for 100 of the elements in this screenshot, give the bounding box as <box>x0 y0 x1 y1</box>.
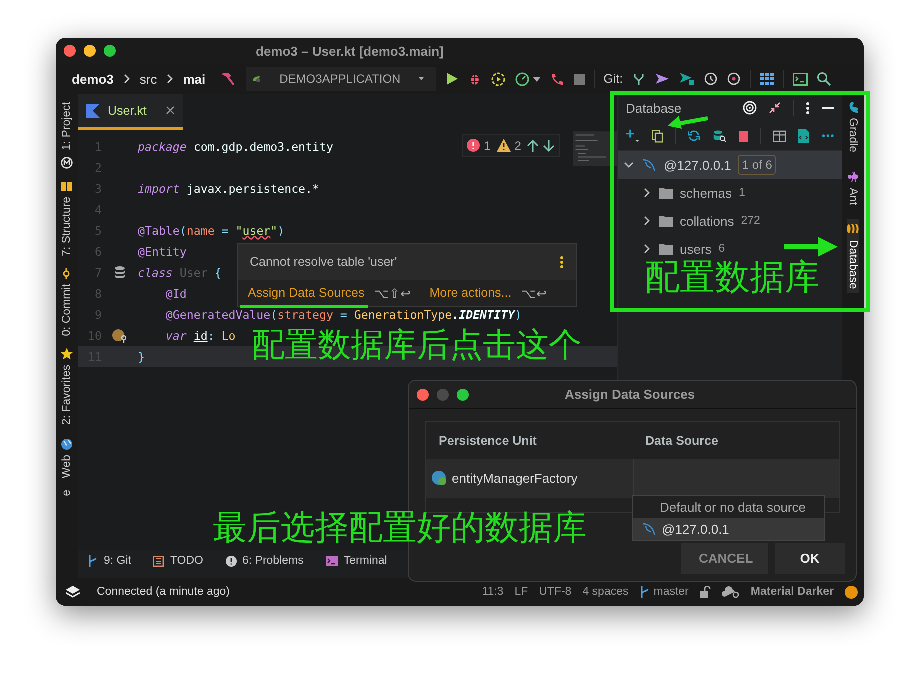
tool-window-tab[interactable]: Ant <box>847 166 859 209</box>
collapse-icon[interactable] <box>769 102 781 114</box>
breadcrumb[interactable]: src <box>140 72 158 86</box>
code-line: @Id <box>164 286 187 300</box>
chevron-icon[interactable] <box>642 216 652 226</box>
gauge-icon[interactable] <box>514 72 530 86</box>
data-source-field[interactable] <box>633 459 839 498</box>
tool-window-tab[interactable]: 7: Structure <box>61 180 73 256</box>
column-header: Data Source <box>644 434 720 448</box>
cancel-button[interactable]: CANCEL <box>681 543 768 574</box>
coverage-icon[interactable] <box>490 72 506 86</box>
branch-widget[interactable]: master <box>640 586 689 598</box>
structure-icon <box>62 180 72 192</box>
target-icon[interactable] <box>743 101 757 115</box>
editor-tab[interactable]: User.kt <box>78 94 183 130</box>
tree-item[interactable]: collations 272 <box>618 207 842 235</box>
code-line: @Entity <box>138 244 187 258</box>
tree-item[interactable]: schemas 1 <box>618 179 842 207</box>
folder-icon <box>659 243 673 255</box>
annotation-text: 配置数据库 <box>645 261 820 296</box>
tool-window-tab[interactable]: Terminal <box>326 555 388 567</box>
caret-icon[interactable] <box>532 76 541 82</box>
chevron-icon[interactable] <box>642 188 652 198</box>
kebab-menu-icon[interactable] <box>560 256 564 268</box>
arrow-up-icon[interactable] <box>527 140 540 152</box>
arrow-drawing <box>668 116 708 129</box>
breadcrumb[interactable]: mai <box>183 72 206 86</box>
inspection-widget[interactable]: 1 2 <box>462 134 560 157</box>
field-key-icon[interactable] <box>112 328 128 342</box>
quick-fix-link[interactable]: Assign Data Sources <box>248 286 365 300</box>
tool-window-tab[interactable]: 2: Favorites <box>61 348 73 426</box>
table-cell[interactable]: entityManagerFactory <box>426 459 633 498</box>
status-item[interactable]: 11:3 <box>482 586 504 598</box>
table-icon[interactable] <box>773 130 786 142</box>
notification-dot[interactable] <box>845 586 858 598</box>
refresh-icon[interactable] <box>688 129 701 143</box>
git-label: Git: <box>604 72 624 86</box>
stop-icon[interactable] <box>738 130 748 142</box>
close-icon[interactable] <box>166 106 175 115</box>
theme-name[interactable]: Material Darker <box>750 586 834 598</box>
tool-window-tab[interactable]: Database <box>847 218 859 294</box>
stop-icon[interactable] <box>574 74 585 84</box>
unlocked-icon[interactable] <box>700 586 711 598</box>
kebab-menu-icon[interactable] <box>806 102 810 114</box>
chevron-icon[interactable] <box>642 244 652 254</box>
chevron-icon[interactable] <box>624 160 634 170</box>
terminal-icon[interactable] <box>793 72 808 86</box>
annotation-text: 最后选择配置好的数据库 <box>213 511 587 545</box>
add-icon[interactable] <box>626 128 640 144</box>
tool-window-tab[interactable]: 1: Project <box>61 102 73 151</box>
tool-window-tab[interactable]: TODO <box>153 555 204 567</box>
dropdown-option[interactable]: @127.0.0.1 <box>633 518 824 540</box>
status-item[interactable]: 4 spaces <box>582 586 629 598</box>
code-line: @Table(name = "user") <box>138 224 285 238</box>
chevron-right-icon <box>166 74 174 84</box>
copy-icon[interactable] <box>652 128 664 144</box>
zoom-button[interactable] <box>104 45 116 57</box>
ok-button[interactable]: OK <box>775 543 845 574</box>
hammer-icon[interactable] <box>220 71 237 87</box>
file-code-icon[interactable] <box>798 128 810 144</box>
arrow-icon[interactable] <box>655 73 670 85</box>
minimize-icon[interactable] <box>822 106 834 110</box>
tree-item[interactable]: @127.0.0.1 1 of 6 <box>618 151 842 179</box>
column-header: Persistence Unit <box>438 434 538 448</box>
tool-window-tab[interactable]: 9: Git <box>88 555 132 567</box>
tool-window-tab[interactable]: e <box>61 490 73 496</box>
run-configuration-dropdown[interactable]: DEMO3APPLICATION <box>246 67 436 91</box>
history-icon[interactable] <box>704 72 718 86</box>
tool-window-tab[interactable]: 0: Commit <box>61 268 73 336</box>
status-item[interactable]: LF <box>514 586 528 598</box>
minimize-button[interactable] <box>84 45 96 57</box>
window-title: demo3 – User.kt [demo3.main] <box>256 44 444 58</box>
database-icon[interactable] <box>114 266 126 279</box>
grid-icon[interactable] <box>760 73 774 85</box>
dolphin-icon <box>641 158 657 172</box>
tool-window-tab[interactable]: Gradle <box>846 98 860 157</box>
arrow-down-icon[interactable] <box>543 140 556 152</box>
database-search-icon[interactable] <box>712 129 727 143</box>
code-line: package com.gdp.demo3.entity <box>138 140 334 154</box>
close-button[interactable] <box>64 45 76 57</box>
phone-icon[interactable] <box>550 72 565 86</box>
list-icon <box>153 556 164 566</box>
search-icon[interactable] <box>817 72 832 86</box>
tool-window-tab[interactable]: Web <box>61 438 73 478</box>
zoom-button[interactable] <box>457 388 469 400</box>
tool-window-tab[interactable]: 6: Problems <box>226 555 304 567</box>
code-line: var id: Lo <box>164 328 236 342</box>
branch-icon[interactable] <box>632 72 646 86</box>
run-icon[interactable] <box>444 72 459 86</box>
circle-m-icon[interactable] <box>61 156 73 169</box>
branch-name: master <box>654 586 689 598</box>
more-icon[interactable] <box>822 134 834 138</box>
close-button[interactable] <box>417 388 429 400</box>
status-item[interactable]: UTF-8 <box>539 586 572 598</box>
minimap-drawing[interactable] <box>573 130 617 168</box>
breadcrumb[interactable]: demo3 <box>72 72 114 86</box>
quick-fix-link[interactable]: More actions... <box>430 286 512 300</box>
dropdown-option[interactable]: Default or no data source <box>633 496 824 518</box>
chevron-right-icon <box>122 74 131 84</box>
layers-icon[interactable] <box>66 586 80 598</box>
